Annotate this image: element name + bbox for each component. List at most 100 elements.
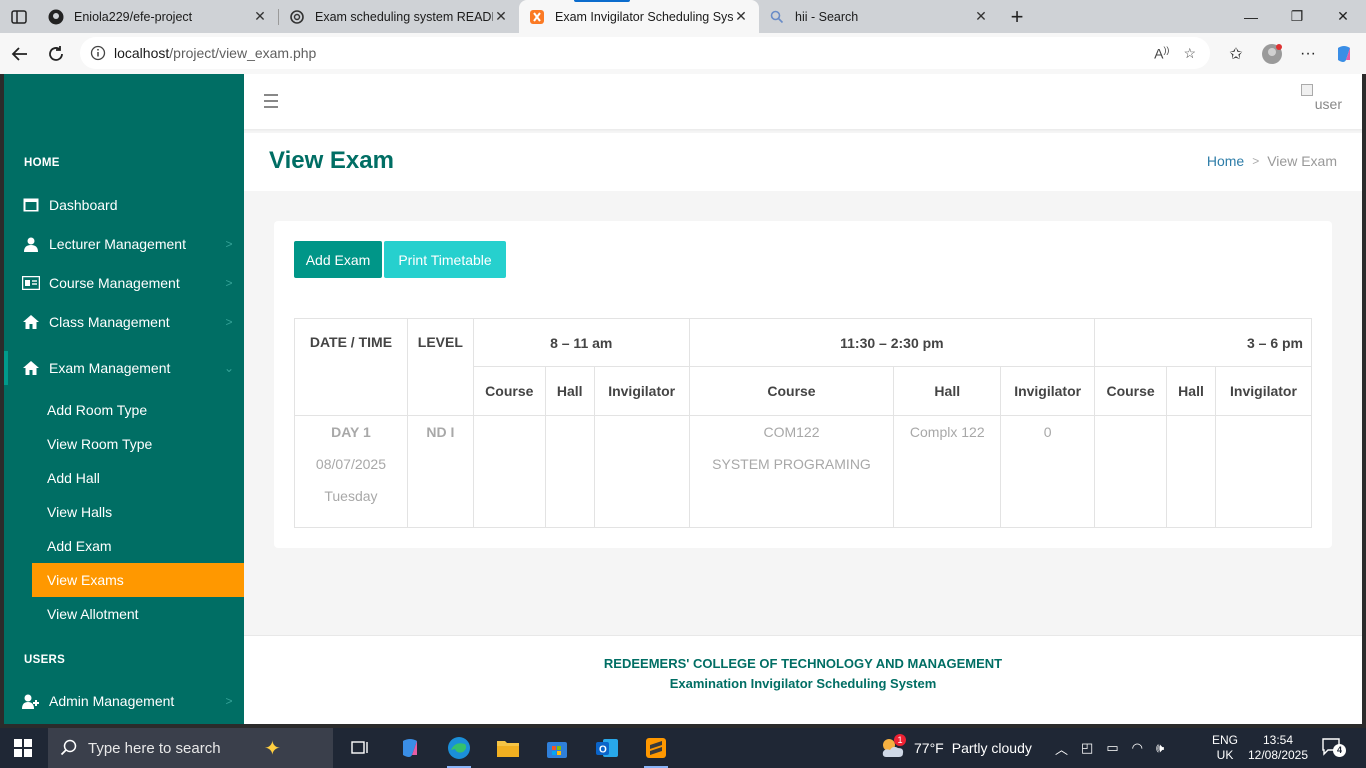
day-label: DAY 1 xyxy=(331,424,371,440)
search-icon xyxy=(769,9,785,25)
sidebar: HOME Dashboard Lecturer Management > Cou… xyxy=(4,74,244,724)
clock-date: 12/08/2025 xyxy=(1247,748,1309,762)
user-avatar[interactable]: user xyxy=(1300,84,1342,112)
weekday-value: Tuesday xyxy=(324,488,378,504)
close-tab-icon[interactable]: ✕ xyxy=(973,8,989,25)
slot1-hall-cell xyxy=(544,415,595,528)
column-header-course: Course xyxy=(472,366,546,416)
edge-browser-icon[interactable] xyxy=(439,728,479,768)
minimize-icon[interactable]: — xyxy=(1228,0,1274,33)
more-options-icon[interactable]: ··· xyxy=(1290,45,1326,63)
hall-value: Complx 122 xyxy=(909,424,985,440)
chatgpt-icon xyxy=(289,9,305,25)
new-tab-button[interactable]: + xyxy=(999,0,1035,33)
user-avatar-alt-text: user xyxy=(1314,96,1342,112)
sidebar-subitem-add-hall[interactable]: Add Hall xyxy=(32,461,244,495)
print-timetable-button[interactable]: Print Timetable xyxy=(384,241,506,278)
windows-start-icon[interactable] xyxy=(14,739,32,757)
sidebar-subitem-view-room-type[interactable]: View Room Type xyxy=(32,427,244,461)
slot2-invigilator-cell: 0 xyxy=(1000,415,1096,528)
profile-avatar-icon[interactable] xyxy=(1254,43,1290,65)
menu-toggle-icon[interactable] xyxy=(264,94,278,108)
task-view-icon[interactable] xyxy=(340,728,380,768)
address-bar[interactable]: localhost/project/view_exam.php A)) ☆ xyxy=(80,37,1210,69)
sidebar-subitem-add-room-type[interactable]: Add Room Type xyxy=(32,393,244,427)
sidebar-section-home: HOME xyxy=(24,157,60,169)
language-indicator[interactable]: ENG UK xyxy=(1212,733,1238,763)
broken-image-icon xyxy=(1300,84,1313,96)
show-hidden-icons-chevron-up-icon[interactable]: ︿ xyxy=(1055,739,1068,758)
favorite-star-icon[interactable]: ☆ xyxy=(1183,45,1196,62)
tab-chatgpt[interactable]: Exam scheduling system README ✕ xyxy=(279,0,519,33)
sidebar-item-course-management[interactable]: Course Management > xyxy=(4,266,244,300)
windows-taskbar: Type here to search ✦ O 1 77°F Partly cl… xyxy=(0,728,1366,768)
slot1-course-cell xyxy=(472,415,546,528)
slot1-invigilator-cell xyxy=(593,415,690,528)
wifi-icon[interactable]: ◠ xyxy=(1132,740,1143,756)
slot3-hall-cell xyxy=(1166,415,1216,528)
breadcrumb-home-link[interactable]: Home xyxy=(1207,153,1244,169)
tab-github[interactable]: Eniola229/efe-project ✕ xyxy=(38,0,278,33)
file-explorer-icon[interactable] xyxy=(488,728,528,768)
chevron-right-icon: > xyxy=(225,237,233,251)
weather-widget[interactable]: 1 77°F Partly cloudy xyxy=(880,728,1032,768)
browser-tab-strip: Eniola229/efe-project ✕ Exam scheduling … xyxy=(0,0,1366,33)
exam-timetable-table: DATE / TIME LEVEL 8 – 11 am 11:30 – 2:30… xyxy=(294,318,1313,528)
battery-icon[interactable]: ▭ xyxy=(1106,740,1118,756)
tab-search[interactable]: hii - Search ✕ xyxy=(759,0,999,33)
close-tab-icon[interactable]: ✕ xyxy=(493,8,509,25)
copilot-taskbar-icon[interactable] xyxy=(390,728,430,768)
sublime-text-icon[interactable] xyxy=(636,728,676,768)
exam-timetable-card: Add Exam Print Timetable DATE / TIME LEV… xyxy=(274,221,1332,548)
speaker-icon[interactable]: 🕪 xyxy=(1156,740,1164,756)
course-title: SYSTEM PROGRAMING xyxy=(712,456,871,472)
tab-exam-invigilator[interactable]: Exam Invigilator Scheduling Syste ✕ xyxy=(519,0,759,33)
restore-icon[interactable]: ❐ xyxy=(1274,0,1320,33)
sidebar-item-exam-management[interactable]: Exam Management ⌄ xyxy=(4,351,244,385)
microsoft-store-icon[interactable] xyxy=(537,728,577,768)
add-exam-button[interactable]: Add Exam xyxy=(294,241,382,278)
breadcrumb: Home > View Exam xyxy=(1207,153,1337,169)
taskbar-clock[interactable]: 13:54 12/08/2025 xyxy=(1245,733,1311,763)
search-highlights-icon: ✦ xyxy=(264,738,281,760)
notification-count: 4 xyxy=(1333,744,1346,757)
tab-actions-button[interactable] xyxy=(0,0,38,33)
page-header: View Exam Home > View Exam xyxy=(244,133,1362,191)
column-header-course: Course xyxy=(688,366,895,416)
sidebar-item-lecturer-management[interactable]: Lecturer Management > xyxy=(4,227,244,261)
close-window-icon[interactable]: ✕ xyxy=(1320,0,1366,33)
sidebar-subitem-view-halls[interactable]: View Halls xyxy=(32,495,244,529)
sidebar-item-label: Admin Management xyxy=(49,693,175,709)
sidebar-subitem-view-exams[interactable]: View Exams xyxy=(32,563,244,597)
sidebar-item-dashboard[interactable]: Dashboard xyxy=(4,188,244,222)
table-row: DAY 1 08/07/2025 Tuesday ND I COM122 SYS… xyxy=(294,415,1313,528)
notification-center-icon[interactable]: 4 xyxy=(1322,738,1346,758)
slot3-course-cell xyxy=(1094,415,1168,528)
sidebar-section-users: USERS xyxy=(24,654,66,666)
sidebar-item-label: Exam Management xyxy=(49,360,171,376)
slot3-invigilator-cell xyxy=(1214,415,1313,528)
dashboard-icon xyxy=(21,198,41,212)
close-tab-icon[interactable]: ✕ xyxy=(733,8,749,25)
sidebar-item-class-management[interactable]: Class Management > xyxy=(4,305,244,339)
weather-badge: 1 xyxy=(894,734,906,746)
copilot-icon[interactable] xyxy=(1326,44,1362,64)
meet-now-icon[interactable]: ◰ xyxy=(1081,740,1093,756)
sidebar-item-label: Class Management xyxy=(49,314,170,330)
back-button[interactable] xyxy=(2,36,38,72)
taskbar-search-box[interactable]: Type here to search ✦ xyxy=(48,728,333,768)
level-value: ND I xyxy=(426,424,455,440)
read-aloud-icon[interactable]: A)) xyxy=(1154,45,1169,62)
slot-header-3: 3 – 6 pm xyxy=(1094,318,1312,367)
refresh-button[interactable] xyxy=(38,36,74,72)
outlook-icon[interactable]: O xyxy=(587,728,627,768)
column-header-invigilator: Invigilator xyxy=(1214,366,1313,416)
sidebar-item-admin-management[interactable]: Admin Management > xyxy=(4,684,244,718)
sidebar-subitem-view-allotment[interactable]: View Allotment xyxy=(32,597,244,631)
footer-system-name: Examination Invigilator Scheduling Syste… xyxy=(669,676,937,691)
favorites-icon[interactable]: ✩ xyxy=(1218,44,1254,64)
sidebar-subitem-add-exam[interactable]: Add Exam xyxy=(32,529,244,563)
site-info-icon[interactable] xyxy=(90,45,106,61)
column-header-level: LEVEL xyxy=(406,318,474,416)
close-tab-icon[interactable]: ✕ xyxy=(252,8,268,25)
